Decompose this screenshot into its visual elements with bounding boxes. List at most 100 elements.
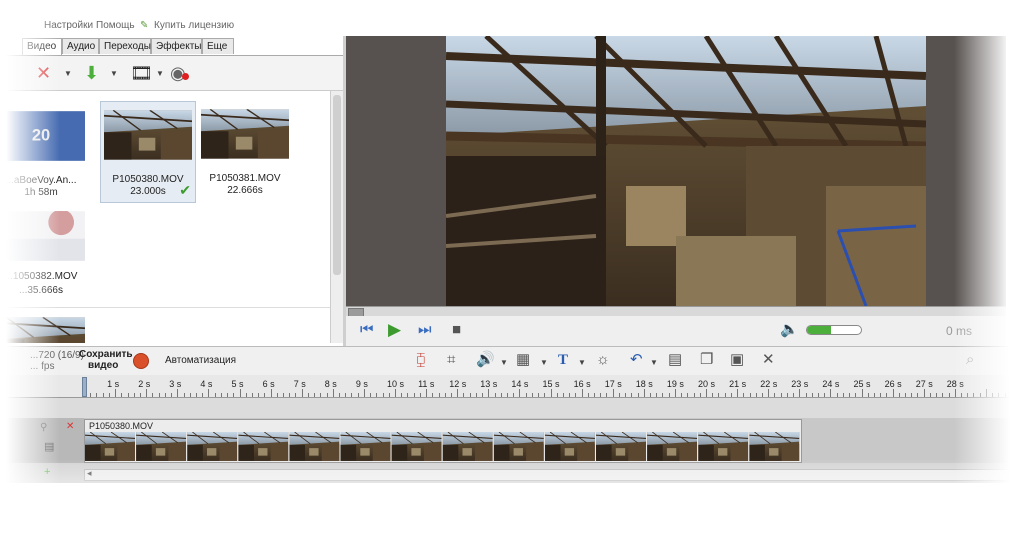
ruler-label: 9 s (355, 379, 368, 389)
cut-icon[interactable]: ✕ (762, 352, 775, 368)
media-clip-selected[interactable]: P1050380.MOV 23.000s ✔ (100, 101, 196, 203)
stop-icon[interactable]: ■ (452, 322, 461, 338)
scrollbar-thumb[interactable] (333, 95, 341, 275)
add-track-icon[interactable]: + (44, 466, 50, 478)
chevron-down-icon[interactable]: ▼ (500, 358, 508, 367)
menu-buy-license[interactable]: Купить лицензию (154, 20, 234, 31)
effects-icon[interactable]: ▦ (516, 352, 530, 368)
clip-thumbnail (0, 211, 85, 261)
ruler-subtick (873, 393, 875, 397)
ruler-subtick (139, 393, 141, 397)
automation-button[interactable]: Автоматизация (165, 355, 236, 366)
ruler-subtick (525, 393, 527, 397)
media-toolbar: ✕ ▼ ⬇ ▼ 🎞 ▼ ◉ (0, 56, 345, 91)
zoom-icon[interactable]: ⌕ (966, 352, 974, 368)
ruler-subtick (556, 393, 558, 397)
delete-icon[interactable]: ✕ (36, 63, 51, 83)
ruler-tick (799, 389, 801, 397)
ruler-subtick (450, 393, 452, 397)
media-clip[interactable]: 20 ...aBoeVoy.An... 1h 58m (0, 103, 88, 203)
media-clip[interactable]: ...1050382.MOV ...35.666s (0, 203, 88, 303)
play-icon[interactable]: ▶ (388, 321, 401, 338)
media-clip[interactable]: P1050381.MOV 22.666s (198, 101, 292, 201)
ruler-subtick (774, 393, 776, 397)
ruler-subtick (656, 393, 658, 397)
ruler-subtick (357, 393, 359, 397)
record-dot-icon (182, 73, 189, 80)
ruler-label: 6 s (262, 379, 275, 389)
ruler-subtick (967, 393, 969, 397)
menu-help[interactable]: Помощь (96, 20, 135, 31)
chevron-down-icon[interactable]: ▼ (578, 358, 586, 367)
trim-icon[interactable]: ▤ (668, 352, 682, 368)
brightness-icon[interactable]: ☼ (596, 352, 610, 368)
ruler-subtick (351, 393, 353, 397)
text-icon[interactable]: T (558, 352, 568, 368)
tab-more[interactable]: Еще (202, 38, 234, 54)
split-icon[interactable]: ⧮ (416, 352, 426, 368)
audio-icon[interactable]: 🔊 (476, 352, 495, 368)
ruler-subtick (855, 393, 857, 397)
timeline-video-clip[interactable]: P1050380.MOV (84, 419, 802, 463)
paste-icon[interactable]: ▣ (730, 352, 744, 368)
ruler-subtick (793, 393, 795, 397)
ruler-tick (519, 389, 521, 397)
volume-slider[interactable] (806, 325, 862, 335)
scroll-left-icon[interactable]: ◂ (87, 468, 92, 479)
ruler-label: 27 s (915, 379, 933, 389)
filmstrip-frame (238, 432, 288, 461)
film-icon[interactable]: 🎞 (130, 63, 153, 83)
speaker-icon[interactable]: 🔈 (780, 322, 799, 338)
video-frame (446, 36, 926, 306)
ruler-subtick (886, 393, 888, 397)
ruler-subtick (295, 393, 297, 397)
import-icon[interactable]: ⬇ (84, 63, 99, 83)
chevron-down-icon[interactable]: ▼ (110, 69, 118, 78)
rewind-icon[interactable]: ⏮ (360, 322, 374, 338)
ruler-subtick (289, 393, 291, 397)
chevron-down-icon[interactable]: ▼ (156, 69, 164, 78)
crop-icon[interactable]: ⌗ (447, 352, 455, 368)
tab-effects[interactable]: Эффекты (151, 38, 202, 54)
record-icon[interactable] (133, 353, 149, 369)
ruler-subtick (264, 393, 266, 397)
ruler-tick (550, 389, 552, 397)
ruler-tick (426, 389, 428, 397)
ruler-subtick (444, 393, 446, 397)
forward-icon[interactable]: ⏭ (418, 322, 432, 338)
filmstrip-frame (341, 432, 391, 461)
undo-icon[interactable]: ↶ (630, 352, 643, 368)
svg-text:20: 20 (32, 127, 50, 145)
ruler-tick (208, 389, 210, 397)
buy-license-icon: ✎ (140, 20, 149, 31)
playhead[interactable] (82, 377, 87, 397)
tab-transitions[interactable]: Переходы (99, 38, 151, 54)
ruler-label: 11 s (418, 379, 435, 389)
tab-video[interactable]: Видео (22, 38, 62, 55)
ruler-subtick (743, 393, 745, 397)
time-ruler[interactable]: 1 s 2 s 3 s 4 s 5 s 6 s 7 s 8 s 9 s 10 s 11 s 12 s 1… (0, 375, 1024, 398)
ruler-subtick (961, 393, 963, 397)
ruler-subtick (307, 393, 309, 397)
media-scrollbar[interactable] (330, 91, 343, 343)
chevron-down-icon[interactable]: ▼ (540, 358, 548, 367)
close-icon[interactable]: ✕ (66, 421, 74, 432)
ruler-label: 20 s (698, 379, 716, 389)
save-video-label-2[interactable]: видео (88, 360, 118, 371)
chevron-down-icon[interactable]: ▼ (64, 69, 72, 78)
copy-icon[interactable]: ❐ (700, 352, 713, 368)
divider (0, 307, 330, 308)
timeline-scrollbar[interactable]: ◂ (84, 468, 1016, 481)
menu-settings[interactable]: Настройки (44, 20, 93, 31)
clip-duration: 1h 58m (24, 187, 58, 198)
save-video-label-1[interactable]: Сохранить (79, 349, 133, 360)
ruler-subtick (761, 393, 763, 397)
ruler-subtick (687, 393, 689, 397)
ruler-tick (457, 389, 459, 397)
ruler-tick (395, 389, 396, 397)
media-clip[interactable] (0, 309, 88, 343)
ruler-tick (830, 389, 832, 397)
tab-audio[interactable]: Аудио (62, 38, 99, 54)
lock-icon[interactable]: ⚲ (40, 422, 47, 433)
chevron-down-icon[interactable]: ▼ (650, 358, 658, 367)
